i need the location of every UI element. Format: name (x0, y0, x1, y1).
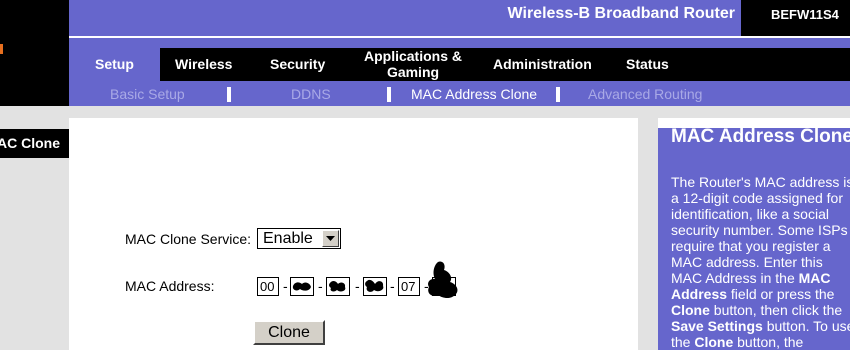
tab-security[interactable]: Security (270, 56, 325, 72)
section-title-text: MAC Clone (0, 135, 60, 151)
tab-administration[interactable]: Administration (493, 56, 592, 72)
redacted-blob (292, 282, 311, 291)
help-text-bold: Clone (671, 302, 710, 318)
mac-dash: - (283, 278, 288, 294)
help-text-bold: Save Settings (671, 318, 763, 334)
mac-dash: - (355, 278, 360, 294)
subtab-mac-address-clone[interactable]: MAC Address Clone (411, 86, 537, 102)
subtab-separator (227, 87, 231, 102)
tab-administration-label: Administration (493, 56, 592, 72)
help-text-segment: button, then click the (709, 302, 843, 318)
brand-accent (0, 44, 3, 54)
content-divider (638, 118, 658, 350)
subtab-ddns[interactable]: DDNS (291, 86, 331, 102)
redacted-blob (428, 261, 458, 299)
subtab-basic-setup[interactable]: Basic Setup (110, 86, 185, 102)
help-text-segment: field or press the (727, 286, 835, 302)
model-number: BEFW11S4 (771, 7, 839, 22)
tab-applications-gaming[interactable]: Applications & Gaming (355, 48, 471, 80)
section-title: MAC Clone (0, 129, 70, 158)
mac-field-1[interactable]: 00 (257, 277, 279, 296)
subtab-separator (556, 87, 560, 102)
mac-clone-service-select[interactable]: Enable (257, 228, 341, 249)
model-box: BEFW11S4 (741, 0, 850, 36)
tab-wireless-label: Wireless (175, 56, 233, 72)
tab-wireless[interactable]: Wireless (175, 56, 232, 72)
main-nav: Setup Wireless Security Applications & G… (69, 38, 850, 106)
mac-address-label: MAC Address: (125, 278, 215, 294)
tab-setup[interactable]: Setup (95, 56, 134, 72)
subtab-separator (387, 87, 391, 102)
tab-status-label: Status (626, 56, 669, 72)
content-top-strip (69, 106, 850, 118)
brand-strip (0, 0, 69, 106)
subtab-advanced-routing[interactable]: Advanced Routing (588, 86, 702, 102)
help-text: The Router's MAC address is a 12-digit c… (671, 174, 850, 350)
help-text-bold: Clone (694, 334, 734, 350)
redacted-blob (365, 279, 384, 292)
mac-dash: - (318, 278, 323, 294)
tab-setup-label: Setup (95, 56, 134, 72)
mac-clone-service-label: MAC Clone Service: (125, 231, 252, 247)
tab-status[interactable]: Status (626, 56, 669, 72)
mac-dash: - (390, 278, 395, 294)
tab-gaming-label: Gaming (386, 64, 440, 80)
redacted-blob (329, 281, 346, 292)
tab-applications-label: Applications & (363, 48, 462, 64)
tab-security-label: Security (270, 56, 326, 72)
mac-field-5[interactable]: 07 (398, 277, 420, 296)
chevron-down-icon[interactable] (322, 230, 339, 247)
product-bar: Wireless-B Broadband Router (69, 0, 741, 36)
product-title: Wireless-B Broadband Router (507, 5, 735, 22)
help-title: MAC Address Clone (671, 126, 850, 147)
help-panel: MAC Address Clone The Router's MAC addre… (658, 126, 850, 350)
select-value: Enable (263, 230, 313, 247)
clone-button[interactable]: Clone (253, 320, 325, 345)
